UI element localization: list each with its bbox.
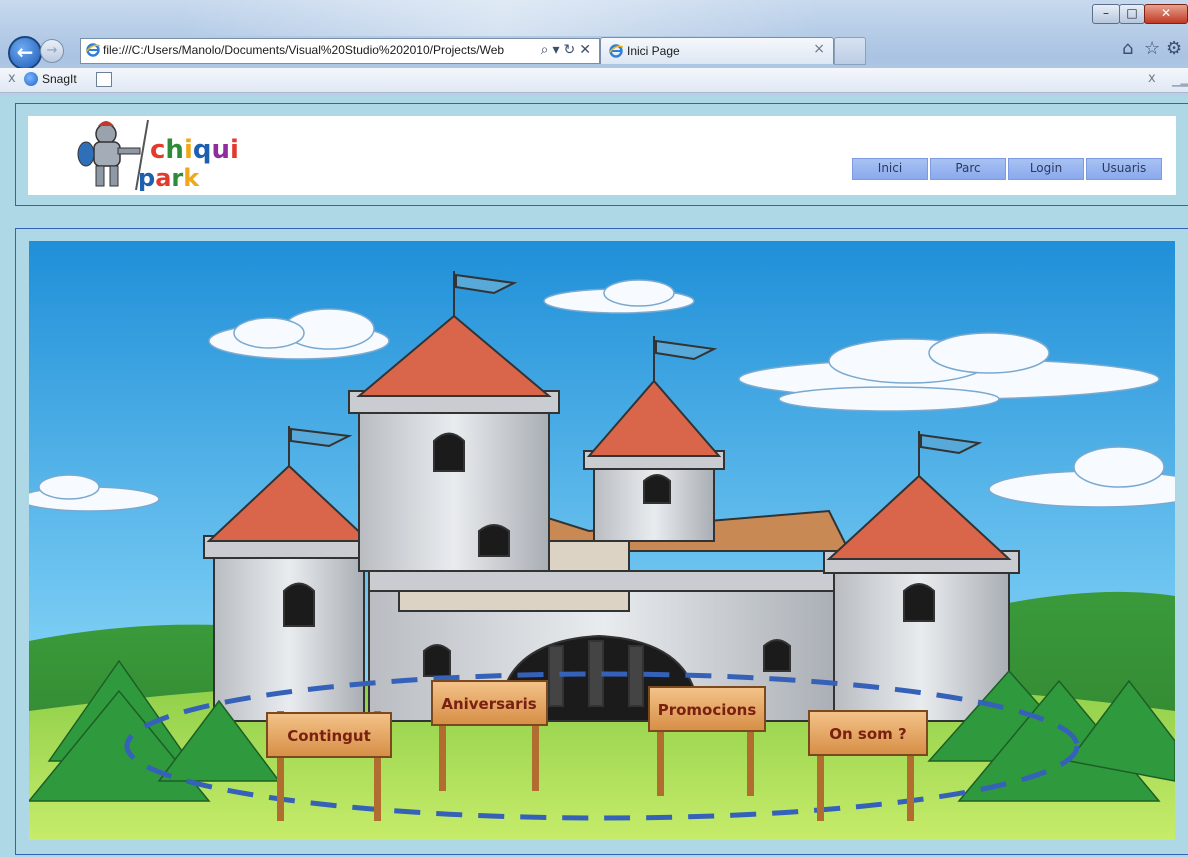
search-icon[interactable]: ⌕ (541, 42, 553, 58)
maximize-button[interactable]: □ (1119, 4, 1145, 24)
back-button[interactable]: ← (8, 36, 42, 70)
sign-label: On som ? (829, 725, 906, 743)
ie-page-icon (86, 43, 100, 57)
close-window-button[interactable]: ✕ (1144, 4, 1188, 24)
favorites-bar: x SnagIt x ▁▂ (0, 68, 1188, 93)
address-url: file:///C:/Users/Manolo/Documents/Visual… (103, 43, 505, 57)
refresh-icon[interactable]: ↻ (564, 42, 580, 58)
main-panel: Contingut Aniversaris Promocions On som … (15, 228, 1188, 855)
home-icon[interactable]: ⌂ (1122, 38, 1133, 59)
tab-inici-page[interactable]: Inici Page × (600, 37, 834, 64)
browser-chrome: – □ ✕ ← → file:///C:/Users/Manolo/Docume… (0, 0, 1188, 96)
favorites-star-icon[interactable]: ☆ (1144, 38, 1160, 59)
titlebar (180, 0, 820, 36)
arrow-right-icon: → (46, 43, 58, 58)
tab-title: Inici Page (627, 44, 680, 58)
minimize-button[interactable]: – (1092, 4, 1120, 24)
castle-scene (29, 241, 1175, 840)
close-favbar-icon[interactable]: x (1148, 71, 1156, 86)
header-content: chiqui park Inici Parc Login Usuaris (28, 116, 1176, 195)
header-panel: chiqui park Inici Parc Login Usuaris (15, 103, 1188, 206)
nav-parc[interactable]: Parc (930, 158, 1006, 180)
new-tab-button[interactable] (834, 37, 866, 65)
nav-login[interactable]: Login (1008, 158, 1084, 180)
gear-icon[interactable]: ⚙ (1166, 38, 1182, 59)
signal-icon: ▁▂ (1172, 74, 1188, 87)
nav-inici[interactable]: Inici (852, 158, 928, 180)
tab-close-icon[interactable]: × (813, 41, 825, 57)
sign-label: Contingut (287, 727, 371, 745)
snagit-capture-icon[interactable] (96, 72, 112, 87)
address-controls[interactable]: ⌕▾↻✕ (541, 42, 595, 58)
sign-label: Aniversaris (441, 695, 536, 713)
close-toolbar-icon[interactable]: x (8, 71, 16, 86)
arrow-left-icon: ← (16, 40, 34, 64)
chiquipark-logo[interactable]: chiqui park (76, 118, 276, 194)
sign-label: Promocions (658, 701, 757, 719)
svg-text:park: park (138, 164, 200, 192)
stop-icon[interactable]: ✕ (579, 42, 595, 58)
nav-usuaris[interactable]: Usuaris (1086, 158, 1162, 180)
svg-text:chiqui: chiqui (150, 135, 239, 165)
dropdown-icon[interactable]: ▾ (553, 42, 564, 58)
snagit-icon[interactable] (24, 72, 38, 86)
ie-tab-icon (609, 44, 623, 58)
forward-button[interactable]: → (40, 39, 64, 63)
snagit-button[interactable]: SnagIt (42, 72, 77, 86)
address-bar[interactable]: file:///C:/Users/Manolo/Documents/Visual… (80, 38, 600, 64)
